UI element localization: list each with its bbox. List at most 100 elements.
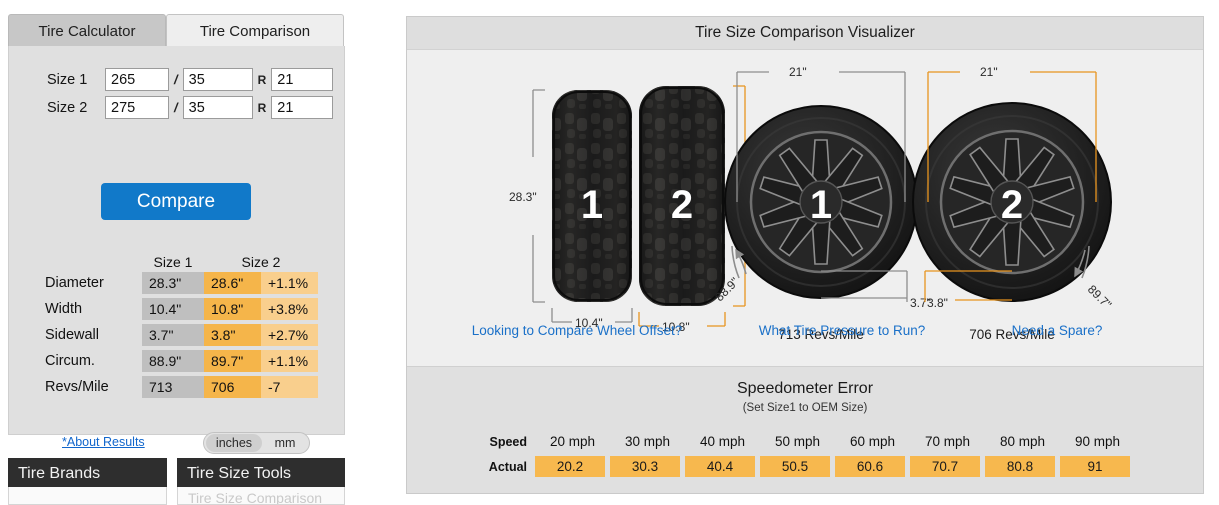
calculator-panel: Size 1 265 / 35 R 21 Size 2 275 / 35 R 2… xyxy=(8,46,345,454)
size2-rim-input[interactable]: 21 xyxy=(271,96,334,119)
wheel2-sidewall-label: 3.8" xyxy=(927,296,948,310)
link-need-a-spare[interactable]: Need a Spare? xyxy=(957,323,1157,338)
size1-rim-prefix: R xyxy=(257,72,267,87)
tire1-diameter-label: 28.3" xyxy=(509,190,537,204)
speedometer-speed-cell: 30 mph xyxy=(624,434,671,449)
speedometer-actual-row: Actual 20.2 30.3 40.4 50.5 60.6 70.7 80.8 91 xyxy=(480,456,1203,477)
results-cell-size1: 28.3" xyxy=(142,272,204,294)
speedometer-actual-cell: 70.7 xyxy=(910,456,980,477)
results-header-row: Size 1 Size 2 xyxy=(45,246,318,270)
results-rows: Diameter 28.3" 28.6" +1.1% Width 10.4" 10.8" +3… xyxy=(45,270,318,400)
tire2-side-view: 2 xyxy=(639,86,725,306)
speedometer-speed-cell: 70 mph xyxy=(924,434,971,449)
speedometer-title: Speedometer Error xyxy=(736,380,874,397)
speedometer-subtitle: (Set Size1 to OEM Size) xyxy=(742,402,868,414)
results-cell-size2: 3.8" xyxy=(204,324,261,346)
speedometer-speed-row: Speed 20 mph 30 mph 40 mph 50 mph 60 mph 70 m… xyxy=(480,431,1203,452)
wheel2-badge: 2 xyxy=(1001,183,1023,227)
speedometer-grid: Speed 20 mph 30 mph 40 mph 50 mph 60 mph 70 m… xyxy=(407,431,1203,477)
tire1-side-view: 1 xyxy=(552,90,632,302)
speedometer-speed-rowlabel: Speed xyxy=(489,434,527,449)
unit-toggle[interactable]: inches mm xyxy=(203,432,310,454)
size2-width-input[interactable]: 275 xyxy=(105,96,169,119)
speedometer-speed-cells: 20 mph 30 mph 40 mph 50 mph 60 mph 70 mph 80 m… xyxy=(535,434,1135,449)
left-column: Tire Calculator Tire Comparison Size 1 2… xyxy=(0,0,352,505)
speedometer-speed-cell: 90 mph xyxy=(1074,434,1121,449)
tire-comparison-svg: 1 2 28.3" 28.6" xyxy=(509,65,1114,342)
size1-width-input[interactable]: 265 xyxy=(105,68,169,91)
unit-option-inches[interactable]: inches xyxy=(206,434,262,452)
wheel1-rim-label: 21" xyxy=(789,65,807,79)
speedometer-actual-cell: 30.3 xyxy=(610,456,680,477)
results-cell-size1: 713 xyxy=(142,376,204,398)
tab-tire-comparison[interactable]: Tire Comparison xyxy=(166,14,344,47)
results-cell-size1: 88.9" xyxy=(142,350,204,372)
tire-brands-title: Tire Brands xyxy=(8,458,167,487)
size2-separator: / xyxy=(174,100,178,115)
results-row: Sidewall 3.7" 3.8" +2.7% xyxy=(45,322,318,348)
visualizer-panel: Tire Size Comparison Visualizer 1 2 28.3… xyxy=(406,16,1204,494)
tire2-side-badge: 2 xyxy=(671,183,693,227)
tab-tire-calculator[interactable]: Tire Calculator xyxy=(8,14,166,47)
tire-size-tools-title: Tire Size Tools xyxy=(177,458,345,487)
size1-label: Size 1 xyxy=(47,71,88,88)
app-root: Tire Calculator Tire Comparison Size 1 2… xyxy=(0,0,1219,505)
speedometer-actual-cell: 80.8 xyxy=(985,456,1055,477)
size-inputs: Size 1 265 / 35 R 21 Size 2 275 / 35 R 2… xyxy=(47,68,334,124)
about-results-link[interactable]: *About Results xyxy=(62,435,145,449)
results-cell-size2: 10.8" xyxy=(204,298,261,320)
tab-bar: Tire Calculator Tire Comparison xyxy=(8,14,345,47)
link-tire-pressure[interactable]: What Tire Pressure to Run? xyxy=(727,323,957,338)
speedometer-speed-cell: 60 mph xyxy=(849,434,896,449)
tire-size-tools-box: Tire Size Tools Tire Size Comparison xyxy=(177,458,345,505)
results-cell-size2: 706 xyxy=(204,376,261,398)
speedometer-actual-cell: 50.5 xyxy=(760,456,830,477)
size1-rim-input[interactable]: 21 xyxy=(271,68,334,91)
speedometer-speed-cell: 20 mph xyxy=(549,434,596,449)
results-row-label: Sidewall xyxy=(45,327,99,343)
results-cell-size2: 28.6" xyxy=(204,272,261,294)
results-table: Size 1 Size 2 Diameter 28.3" 28.6" +1.1% Wid… xyxy=(45,246,318,400)
tire-size-tools-first-item[interactable]: Tire Size Comparison xyxy=(177,487,345,505)
speedometer-speed-cell: 80 mph xyxy=(999,434,1046,449)
unit-option-mm[interactable]: mm xyxy=(262,436,308,450)
wheel1-front-view: 1 xyxy=(724,105,918,299)
link-wheel-offset[interactable]: Looking to Compare Wheel Offset? xyxy=(427,323,727,338)
results-row-label: Circum. xyxy=(45,353,95,369)
speedometer-actual-cell: 60.6 xyxy=(835,456,905,477)
results-cell-delta: +2.7% xyxy=(261,324,318,346)
results-cell-size2: 89.7" xyxy=(204,350,261,372)
compare-button[interactable]: Compare xyxy=(101,183,251,220)
results-row: Circum. 88.9" 89.7" +1.1% xyxy=(45,348,318,374)
results-cell-delta: +1.1% xyxy=(261,350,318,372)
size2-label: Size 2 xyxy=(47,99,88,116)
results-cell-size1: 3.7" xyxy=(142,324,204,346)
results-row: Width 10.4" 10.8" +3.8% xyxy=(45,296,318,322)
visualizer-canvas: 1 2 28.3" 28.6" xyxy=(407,50,1203,343)
speedometer-actual-cell: 40.4 xyxy=(685,456,755,477)
tire-brands-first-item[interactable] xyxy=(8,487,167,505)
results-row: Diameter 28.3" 28.6" +1.1% xyxy=(45,270,318,296)
speedometer-actual-cells: 20.2 30.3 40.4 50.5 60.6 70.7 80.8 91 xyxy=(535,456,1135,477)
size2-aspect-input[interactable]: 35 xyxy=(182,96,253,119)
wheel2-circumference-label: 89.7" xyxy=(1085,282,1114,311)
speedometer-actual-cell: 20.2 xyxy=(535,456,605,477)
size2-rim-prefix: R xyxy=(257,100,267,115)
speedometer-speed-cell: 50 mph xyxy=(774,434,821,449)
speedometer-error-section: Speedometer Error (Set Size1 to OEM Size… xyxy=(407,366,1203,493)
results-cell-delta: +1.1% xyxy=(261,272,318,294)
visualizer-links: Looking to Compare Wheel Offset? What Ti… xyxy=(407,317,1203,343)
size2-row: Size 2 275 / 35 R 21 xyxy=(47,96,334,119)
results-row-label: Width xyxy=(45,301,83,317)
results-row-label: Revs/Mile xyxy=(45,379,109,395)
results-row-label: Diameter xyxy=(45,275,104,291)
results-cell-delta: -7 xyxy=(261,376,318,398)
size1-aspect-input[interactable]: 35 xyxy=(182,68,253,91)
tab-tire-calculator-label: Tire Calculator xyxy=(38,22,136,40)
size1-separator: / xyxy=(174,72,178,87)
results-cell-delta: +3.8% xyxy=(261,298,318,320)
speedometer-actual-rowlabel: Actual xyxy=(488,459,527,474)
speedometer-actual-cell: 91 xyxy=(1060,456,1130,477)
visualizer-title: Tire Size Comparison Visualizer xyxy=(407,17,1203,50)
size1-row: Size 1 265 / 35 R 21 xyxy=(47,68,334,91)
